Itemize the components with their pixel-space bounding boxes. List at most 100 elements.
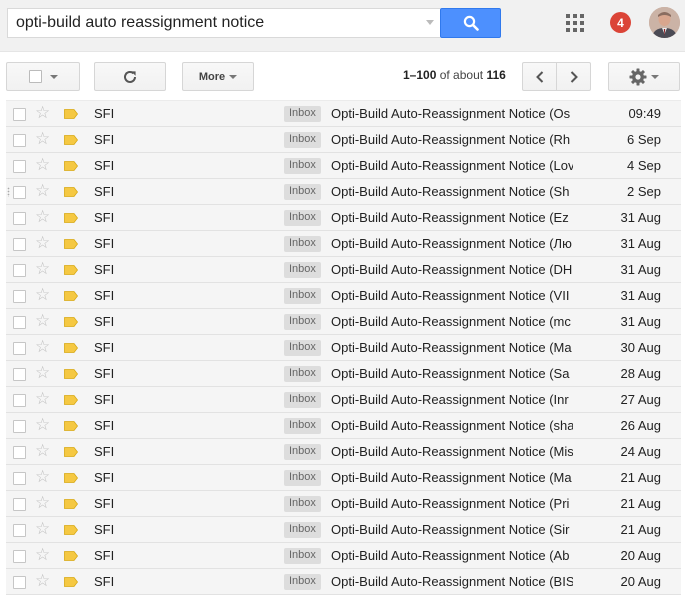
important-marker-icon[interactable] [64,369,78,379]
inbox-label[interactable]: Inbox [284,496,321,512]
inbox-label[interactable]: Inbox [284,340,321,356]
star-icon[interactable]: ☆ [35,130,50,148]
inbox-label[interactable]: Inbox [284,184,321,200]
star-icon[interactable]: ☆ [35,286,50,304]
star-icon[interactable]: ☆ [35,494,50,512]
star-icon[interactable]: ☆ [35,234,50,252]
apps-grid-icon[interactable] [566,14,584,32]
message-row[interactable]: ☆ SFI Inbox Opti-Build Auto-Reassignment No… [6,205,681,231]
important-marker-icon[interactable] [64,317,78,327]
inbox-label[interactable]: Inbox [284,262,321,278]
row-checkbox[interactable] [13,134,26,147]
message-row[interactable]: ☆ SFI Inbox Opti-Build Auto-Reassignment No… [6,439,681,465]
important-marker-icon[interactable] [64,109,78,119]
star-icon[interactable]: ☆ [35,390,50,408]
row-checkbox[interactable] [13,290,26,303]
message-row[interactable]: ☆ SFI Inbox Opti-Build Auto-Reassignment No… [6,569,681,595]
row-checkbox[interactable] [13,342,26,355]
important-marker-icon[interactable] [64,525,78,535]
row-checkbox[interactable] [13,446,26,459]
search-options-chevron-icon[interactable] [426,20,434,25]
select-all-button[interactable] [6,62,80,91]
important-marker-icon[interactable] [64,213,78,223]
important-marker-icon[interactable] [64,473,78,483]
inbox-label[interactable]: Inbox [284,288,321,304]
important-marker-icon[interactable] [64,239,78,249]
important-marker-icon[interactable] [64,499,78,509]
row-checkbox[interactable] [13,550,26,563]
important-marker-icon[interactable] [64,161,78,171]
row-checkbox[interactable] [13,186,26,199]
row-checkbox[interactable] [13,160,26,173]
star-icon[interactable]: ☆ [35,364,50,382]
star-icon[interactable]: ☆ [35,416,50,434]
refresh-button[interactable] [94,62,166,91]
row-checkbox[interactable] [13,524,26,537]
row-checkbox[interactable] [13,316,26,329]
message-row[interactable]: ☆ SFI Inbox Opti-Build Auto-Reassignment No… [6,413,681,439]
message-row[interactable]: ☆ SFI Inbox Opti-Build Auto-Reassignment No… [6,387,681,413]
avatar[interactable] [649,7,680,38]
message-row[interactable]: ☆ SFI Inbox Opti-Build Auto-Reassignment No… [6,491,681,517]
inbox-label[interactable]: Inbox [284,210,321,226]
inbox-label[interactable]: Inbox [284,470,321,486]
star-icon[interactable]: ☆ [35,520,50,538]
drag-handle-icon[interactable] [7,187,10,197]
message-row[interactable]: ☆ SFI Inbox Opti-Build Auto-Reassignment No… [6,231,681,257]
message-row[interactable]: ☆ SFI Inbox Opti-Build Auto-Reassignment No… [6,543,681,569]
important-marker-icon[interactable] [64,291,78,301]
inbox-label[interactable]: Inbox [284,106,321,122]
message-row[interactable]: ☆ SFI Inbox Opti-Build Auto-Reassignment No… [6,335,681,361]
message-row[interactable]: ☆ SFI Inbox Opti-Build Auto-Reassignment No… [6,127,681,153]
inbox-label[interactable]: Inbox [284,574,321,590]
message-row[interactable]: ☆ SFI Inbox Opti-Build Auto-Reassignment No… [6,309,681,335]
star-icon[interactable]: ☆ [35,468,50,486]
inbox-label[interactable]: Inbox [284,548,321,564]
important-marker-icon[interactable] [64,421,78,431]
row-checkbox[interactable] [13,472,26,485]
star-icon[interactable]: ☆ [35,104,50,122]
next-page-button[interactable] [556,62,591,91]
select-all-checkbox[interactable] [28,70,42,83]
important-marker-icon[interactable] [64,343,78,353]
row-checkbox[interactable] [13,576,26,589]
inbox-label[interactable]: Inbox [284,132,321,148]
message-row[interactable]: ☆ SFI Inbox Opti-Build Auto-Reassignment No… [6,361,681,387]
star-icon[interactable]: ☆ [35,546,50,564]
inbox-label[interactable]: Inbox [284,418,321,434]
star-icon[interactable]: ☆ [35,572,50,590]
important-marker-icon[interactable] [64,551,78,561]
search-input[interactable] [8,9,408,37]
row-checkbox[interactable] [13,368,26,381]
row-checkbox[interactable] [13,264,26,277]
important-marker-icon[interactable] [64,187,78,197]
inbox-label[interactable]: Inbox [284,444,321,460]
notification-badge[interactable]: 4 [610,12,631,33]
star-icon[interactable]: ☆ [35,442,50,460]
more-button[interactable]: More [182,62,254,91]
inbox-label[interactable]: Inbox [284,314,321,330]
important-marker-icon[interactable] [64,395,78,405]
previous-page-button[interactable] [522,62,557,91]
important-marker-icon[interactable] [64,447,78,457]
row-checkbox[interactable] [13,498,26,511]
star-icon[interactable]: ☆ [35,260,50,278]
star-icon[interactable]: ☆ [35,182,50,200]
row-checkbox[interactable] [13,238,26,251]
star-icon[interactable]: ☆ [35,156,50,174]
message-row[interactable]: ☆ SFI Inbox Opti-Build Auto-Reassignment No… [6,465,681,491]
important-marker-icon[interactable] [64,577,78,587]
important-marker-icon[interactable] [64,135,78,145]
row-checkbox[interactable] [13,394,26,407]
search-button[interactable] [440,8,501,38]
star-icon[interactable]: ☆ [35,208,50,226]
important-marker-icon[interactable] [64,265,78,275]
message-row[interactable]: ☆ SFI Inbox Opti-Build Auto-Reassignment No… [6,517,681,543]
message-row[interactable]: ☆ SFI Inbox Opti-Build Auto-Reassignment No… [6,101,681,127]
row-checkbox[interactable] [13,420,26,433]
row-checkbox[interactable] [13,212,26,225]
settings-button[interactable] [608,62,680,91]
inbox-label[interactable]: Inbox [284,158,321,174]
message-row[interactable]: ☆ SFI Inbox Opti-Build Auto-Reassignment No… [6,257,681,283]
inbox-label[interactable]: Inbox [284,392,321,408]
